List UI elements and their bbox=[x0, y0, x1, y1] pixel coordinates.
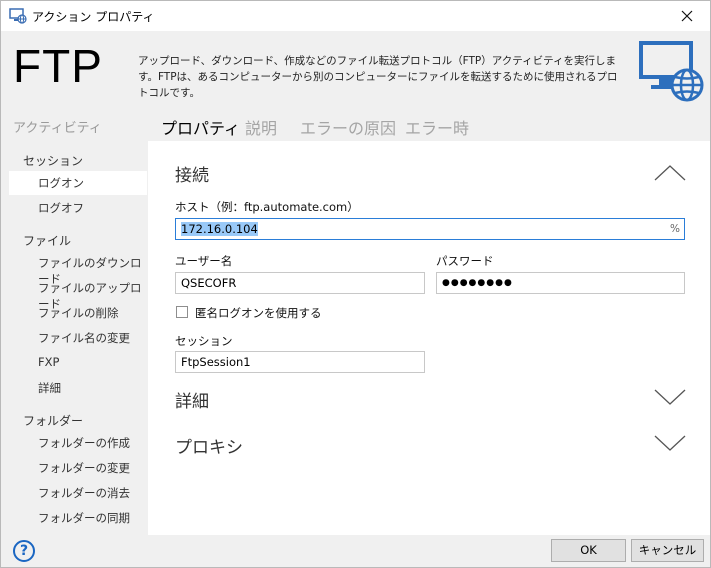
header: FTP アップロード、ダウンロード、作成などのファイル転送プロトコル（FTP）ア… bbox=[1, 31, 710, 111]
password-input[interactable]: ●●●●●●●● bbox=[436, 272, 685, 294]
close-button[interactable] bbox=[664, 1, 710, 31]
section-details-title[interactable]: 詳細 bbox=[175, 387, 209, 412]
chevron-down-icon[interactable] bbox=[653, 433, 687, 453]
username-input[interactable]: QSECOFR bbox=[175, 272, 425, 294]
sidebar-item-label: フォルダーの変更 bbox=[38, 461, 130, 475]
monitor-globe-icon bbox=[9, 8, 27, 24]
tab-description[interactable]: 説明 bbox=[245, 115, 277, 139]
sidebar-item-file-download[interactable]: ファイルのダウンロード bbox=[9, 251, 147, 286]
sidebar-item-label: FXP bbox=[38, 355, 60, 369]
sidebar-item-folder-create[interactable]: フォルダーの作成 bbox=[9, 431, 147, 455]
password-label: パスワード bbox=[436, 254, 494, 268]
title-bar: アクション プロパティ bbox=[1, 1, 710, 31]
expression-percent-icon[interactable]: % bbox=[670, 219, 680, 239]
action-properties-window: アクション プロパティ FTP アップロード、ダウンロード、作成などのファイル転… bbox=[0, 0, 711, 568]
sidebar-item-file-upload[interactable]: ファイルのアップロード bbox=[9, 276, 147, 311]
sidebar-item-folder-sync[interactable]: フォルダーの同期 bbox=[9, 506, 147, 530]
tab-on-error[interactable]: エラー時 bbox=[405, 115, 469, 139]
sidebar-item-folder-clear[interactable]: フォルダーの消去 bbox=[9, 481, 147, 505]
sidebar-group-file: ファイル bbox=[23, 234, 72, 248]
chevron-down-icon[interactable] bbox=[653, 387, 687, 407]
anonymous-logon-label: 匿名ログオンを使用する bbox=[195, 306, 322, 320]
sidebar-item-file-delete[interactable]: ファイルの削除 bbox=[9, 301, 147, 325]
activity-description: アップロード、ダウンロード、作成などのファイル転送プロトコル（FTP）アクティビ… bbox=[138, 55, 618, 99]
host-value: 172.16.0.104 bbox=[181, 222, 258, 236]
host-label: ホスト（例：ftp.automate.com） bbox=[175, 200, 359, 214]
tab-properties[interactable]: プロパティ bbox=[161, 115, 240, 139]
sidebar-item-label: ファイルの削除 bbox=[38, 306, 119, 320]
session-input[interactable]: FtpSession1 bbox=[175, 351, 425, 373]
section-proxy-title[interactable]: プロキシ bbox=[175, 433, 243, 458]
ok-button[interactable]: OK bbox=[551, 539, 626, 562]
anonymous-logon-checkbox[interactable] bbox=[176, 306, 188, 318]
sidebar-item-logoff[interactable]: ログオフ bbox=[9, 196, 147, 220]
activity-sidebar: アクティビティ セッション ログオン ログオフ ファイル ファイルのダウンロード… bbox=[1, 111, 147, 535]
dialog-footer: ? OK キャンセル bbox=[1, 535, 710, 567]
session-label: セッション bbox=[175, 334, 233, 348]
sidebar-title: アクティビティ bbox=[13, 121, 102, 136]
window-title: アクション プロパティ bbox=[32, 10, 155, 24]
properties-panel: 接続 ホスト（例：ftp.automate.com） 172.16.0.104 … bbox=[148, 141, 710, 535]
sidebar-item-fxp[interactable]: FXP bbox=[9, 351, 147, 375]
help-icon[interactable]: ? bbox=[13, 540, 35, 562]
sidebar-item-label: フォルダーの作成 bbox=[38, 436, 130, 450]
sidebar-item-logon[interactable]: ログオン bbox=[9, 171, 147, 195]
sidebar-group-folder: フォルダー bbox=[23, 414, 84, 428]
username-label: ユーザー名 bbox=[175, 254, 233, 268]
section-connection-title[interactable]: 接続 bbox=[175, 161, 209, 186]
sidebar-item-file-rename[interactable]: ファイル名の変更 bbox=[9, 326, 147, 350]
sidebar-item-label: ファイル名の変更 bbox=[38, 331, 130, 345]
computer-globe-icon bbox=[637, 39, 705, 103]
chevron-up-icon[interactable] bbox=[653, 163, 687, 183]
cancel-button[interactable]: キャンセル bbox=[631, 539, 704, 562]
sidebar-item-label: 詳細 bbox=[38, 381, 61, 395]
sidebar-item-folder-change[interactable]: フォルダーの変更 bbox=[9, 456, 147, 480]
sidebar-item-label: ログオン bbox=[38, 176, 84, 190]
tab-error-causes[interactable]: エラーの原因 bbox=[300, 115, 396, 139]
close-icon bbox=[681, 7, 693, 26]
sidebar-item-label: ログオフ bbox=[38, 201, 84, 215]
sidebar-item-label: フォルダーの消去 bbox=[38, 486, 130, 500]
host-input[interactable]: 172.16.0.104 % bbox=[175, 218, 685, 240]
sidebar-item-label: フォルダーの同期 bbox=[38, 511, 130, 525]
activity-title: FTP bbox=[13, 40, 103, 92]
sidebar-item-advanced[interactable]: 詳細 bbox=[9, 376, 147, 400]
sidebar-group-session: セッション bbox=[23, 154, 84, 168]
